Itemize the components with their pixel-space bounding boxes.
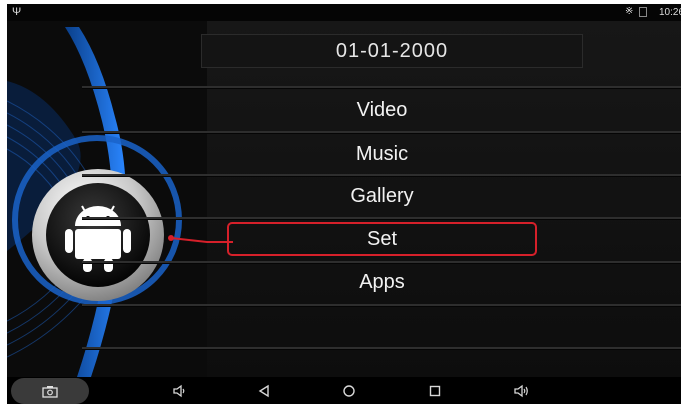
menu-item-set[interactable]: Set: [227, 222, 537, 256]
back-icon: [258, 384, 269, 397]
android-home-button[interactable]: [29, 166, 167, 304]
divider: [82, 261, 681, 264]
back-button[interactable]: [252, 377, 276, 404]
navigation-bar: [7, 377, 681, 404]
usb-icon: Ψ: [12, 6, 22, 18]
home-icon: [343, 384, 355, 397]
volume-up-icon: [514, 384, 528, 397]
divider: [82, 217, 681, 220]
divider: [82, 347, 681, 350]
menu-item-apps[interactable]: Apps: [227, 265, 537, 299]
divider: [82, 131, 681, 134]
divider: [82, 86, 681, 89]
recents-icon: [429, 385, 441, 396]
status-bar: Ψ ※ 10:26: [7, 4, 681, 21]
camera-icon: [42, 385, 58, 398]
volume-down-icon: [173, 384, 185, 397]
date-display: 01-01-2000: [201, 34, 583, 68]
screen: Ψ ※ 10:26: [7, 4, 681, 404]
menu-item-music[interactable]: Music: [227, 137, 537, 171]
divider: [82, 304, 681, 307]
volume-up-button[interactable]: [509, 377, 533, 404]
menu-item-video[interactable]: Video: [227, 93, 537, 127]
status-time: 10:26: [659, 7, 681, 18]
camera-button[interactable]: [11, 378, 89, 404]
recents-button[interactable]: [423, 377, 447, 404]
signal-icon: [639, 7, 647, 17]
bluetooth-icon: ※: [625, 6, 634, 17]
selection-connector: [168, 235, 233, 243]
volume-down-button[interactable]: [167, 377, 191, 404]
home-button[interactable]: [337, 377, 361, 404]
menu-item-gallery[interactable]: Gallery: [227, 179, 537, 213]
android-robot-icon: [32, 169, 164, 301]
divider: [82, 174, 681, 177]
